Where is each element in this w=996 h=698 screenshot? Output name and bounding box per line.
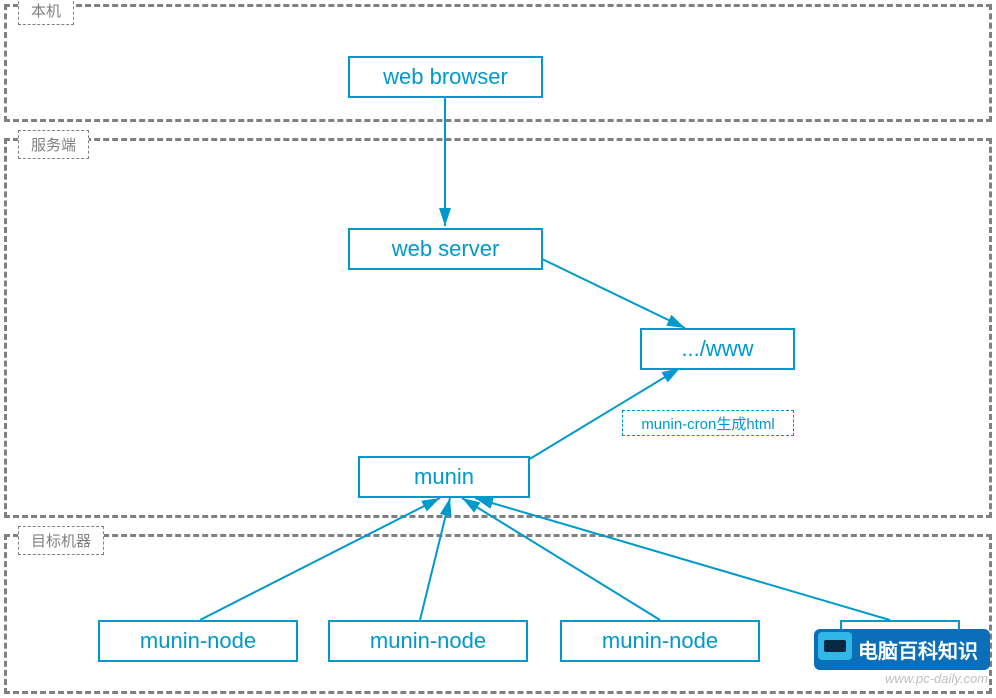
node-web-server: web server <box>348 228 543 270</box>
watermark-title: 电脑百科知识 <box>858 635 978 664</box>
monitor-icon <box>818 632 852 660</box>
node-munin-node-1: munin-node <box>98 620 298 662</box>
node-munin-node-3: munin-node <box>560 620 760 662</box>
node-web-browser: web browser <box>348 56 543 98</box>
watermark-url: www.pc-daily.com <box>885 671 988 686</box>
watermark-badge: 电脑百科知识 <box>814 629 990 670</box>
zone-local-label: 本机 <box>18 0 74 25</box>
diagram-canvas: 本机 服务端 目标机器 web browser web server .../w… <box>0 0 996 698</box>
zone-target-label: 目标机器 <box>18 526 104 555</box>
node-munin-node-2: munin-node <box>328 620 528 662</box>
node-www: .../www <box>640 328 795 370</box>
node-munin: munin <box>358 456 530 498</box>
zone-target <box>4 534 992 694</box>
note-munin-cron: munin-cron生成html <box>622 410 794 436</box>
zone-server-label: 服务端 <box>18 130 89 159</box>
